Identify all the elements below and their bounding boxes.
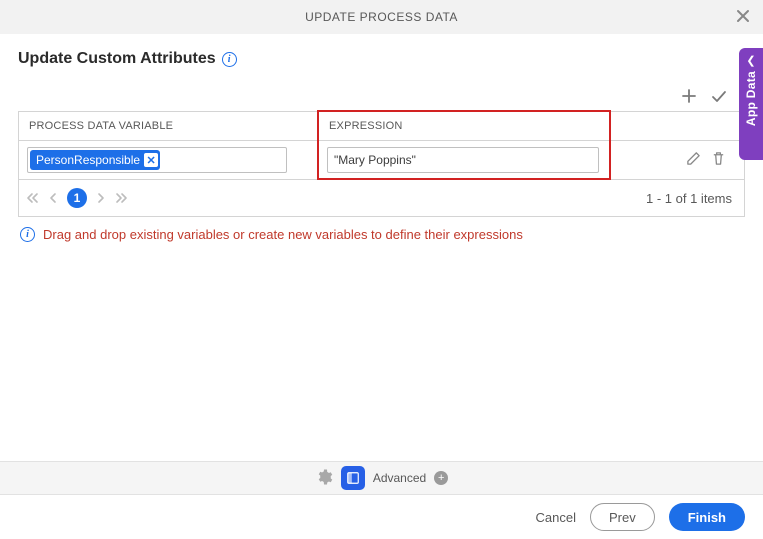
- remove-chip-icon[interactable]: ✕: [144, 153, 158, 167]
- column-header-expression-text: EXPRESSION: [329, 120, 403, 132]
- close-icon[interactable]: [733, 6, 753, 26]
- expression-value: "Mary Poppins": [334, 153, 416, 167]
- app-data-side-tab[interactable]: ❮ App Data: [739, 48, 763, 160]
- hint-row: i Drag and drop existing variables or cr…: [18, 217, 745, 252]
- panel-icon[interactable]: [341, 466, 365, 490]
- column-header-expression: EXPRESSION: [319, 112, 744, 141]
- dialog-title: UPDATE PROCESS DATA: [305, 10, 458, 24]
- prev-button[interactable]: Prev: [590, 503, 655, 531]
- pager-first-icon[interactable]: [25, 191, 39, 205]
- info-icon: i: [20, 227, 35, 242]
- cancel-button[interactable]: Cancel: [536, 510, 576, 525]
- footer: Cancel Prev Finish: [0, 495, 763, 539]
- pager-current-page[interactable]: 1: [67, 188, 87, 208]
- edit-row-icon[interactable]: [686, 151, 701, 169]
- variable-input[interactable]: PersonResponsible ✕: [27, 147, 287, 173]
- hint-text: Drag and drop existing variables or crea…: [43, 227, 523, 242]
- delete-row-icon[interactable]: [711, 151, 726, 169]
- section-title: Update Custom Attributes i: [18, 50, 745, 68]
- cell-expression: "Mary Poppins": [319, 141, 744, 179]
- add-row-icon[interactable]: [681, 88, 697, 107]
- pager-last-icon[interactable]: [115, 191, 129, 205]
- chevron-left-icon: ❮: [746, 54, 755, 67]
- side-tab-label: App Data: [744, 71, 758, 126]
- row-action-icons: [686, 151, 736, 169]
- pager-next-icon[interactable]: [95, 192, 107, 204]
- confirm-icon[interactable]: [711, 88, 727, 107]
- advanced-bar: Advanced +: [0, 461, 763, 495]
- variable-chip: PersonResponsible ✕: [30, 150, 160, 170]
- pager-summary: 1 - 1 of 1 items: [646, 191, 732, 206]
- pager-row: 1 1 - 1 of 1 items: [18, 180, 745, 217]
- section-title-text: Update Custom Attributes: [18, 50, 216, 68]
- pager-prev-icon[interactable]: [47, 192, 59, 204]
- attributes-table: PROCESS DATA VARIABLE EXPRESSION PersonR…: [18, 111, 745, 180]
- expression-input[interactable]: "Mary Poppins": [327, 147, 599, 173]
- table-actions: [18, 82, 745, 111]
- table-row: PersonResponsible ✕ "Mary Poppins": [19, 141, 744, 179]
- variable-chip-label: PersonResponsible: [36, 153, 140, 167]
- pager: 1: [25, 188, 129, 208]
- advanced-label[interactable]: Advanced: [373, 471, 426, 485]
- gear-icon[interactable]: [315, 468, 333, 489]
- finish-button[interactable]: Finish: [669, 503, 745, 531]
- column-header-variable: PROCESS DATA VARIABLE: [19, 112, 319, 141]
- dialog-titlebar: UPDATE PROCESS DATA: [0, 0, 763, 34]
- table-header: PROCESS DATA VARIABLE EXPRESSION: [19, 112, 744, 141]
- info-icon[interactable]: i: [222, 52, 237, 67]
- expand-icon[interactable]: +: [434, 471, 448, 485]
- cell-variable: PersonResponsible ✕: [19, 141, 319, 179]
